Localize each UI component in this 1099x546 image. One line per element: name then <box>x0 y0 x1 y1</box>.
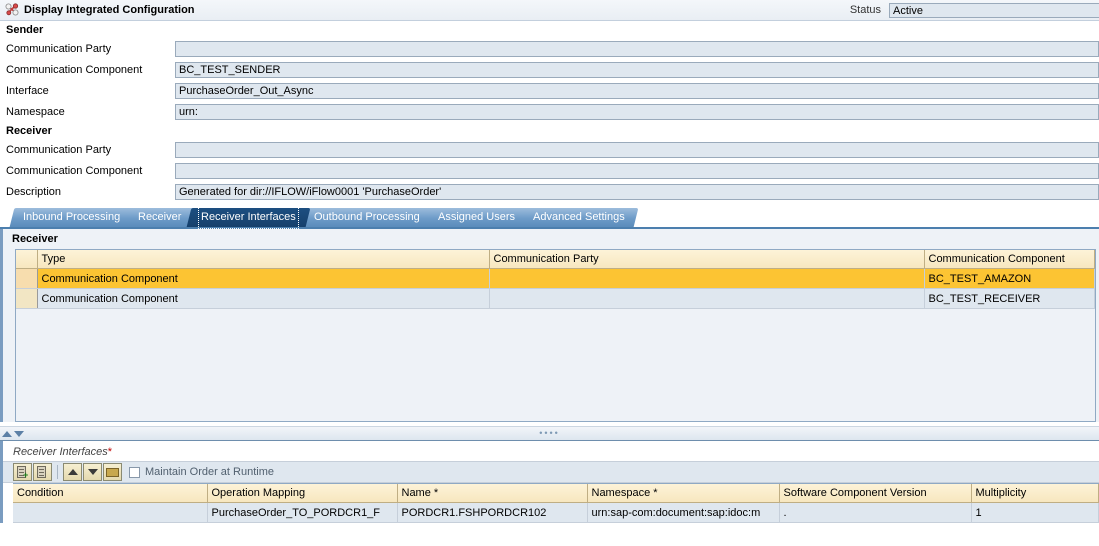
field-row-sender-namespace: Namespace urn: <box>0 101 1099 122</box>
receiver-interfaces-title-text: Receiver Interfaces <box>13 446 108 458</box>
cell-communication-party[interactable] <box>489 268 925 289</box>
row-selector[interactable] <box>16 288 38 309</box>
receiver-interfaces-section: Receiver Interfaces* + Maintain Order at… <box>0 441 1099 523</box>
receiver-group-title: Receiver <box>6 125 52 137</box>
receiver-section: Receiver Communication Party Communicati… <box>0 122 1099 202</box>
tab-outbound-processing[interactable]: Outbound Processing <box>301 208 434 227</box>
cell-communication-component[interactable]: BC_TEST_RECEIVER <box>924 288 1095 309</box>
cell-condition[interactable] <box>13 502 208 523</box>
tab-strip: Inbound Processing Receiver Receiver Int… <box>0 206 1099 229</box>
required-marker: * <box>107 446 113 458</box>
column-header-communication-component[interactable]: Communication Component <box>924 250 1095 269</box>
tab-label: Receiver <box>138 211 182 223</box>
receiver-table-empty-area <box>16 309 1095 421</box>
field-label: Namespace <box>6 105 65 118</box>
cell-name[interactable]: PORDCR1.FSHPORDCR102 <box>397 502 588 523</box>
move-up-icon[interactable] <box>63 463 82 481</box>
tab-label: Outbound Processing <box>314 211 421 223</box>
field-label: Communication Component <box>6 63 143 76</box>
select-all-cell[interactable] <box>16 250 38 269</box>
delete-row-icon[interactable] <box>33 463 52 481</box>
triangle-up-icon[interactable] <box>2 430 12 437</box>
field-label: Communication Component <box>6 164 143 177</box>
tab-advanced-settings[interactable]: Advanced Settings <box>519 208 639 227</box>
molecule-icon <box>4 2 20 18</box>
splitter-grip[interactable]: •••• <box>539 429 560 438</box>
column-header-software-component-version[interactable]: Software Component Version <box>779 484 972 503</box>
window-title-bar: Display Integrated Configuration Status … <box>0 0 1099 21</box>
receiver-interfaces-title: Receiver Interfaces* <box>3 441 1099 461</box>
field-row-receiver-description: Description Generated for dir://IFLOW/iF… <box>0 181 1099 202</box>
column-header-communication-party[interactable]: Communication Party <box>489 250 925 269</box>
field-label: Description <box>6 185 62 198</box>
tab-assigned-users[interactable]: Assigned Users <box>424 208 529 227</box>
table-header-row: Type Communication Party Communication C… <box>16 250 1095 269</box>
receiver-communication-party-input[interactable] <box>175 141 1099 158</box>
table-row[interactable]: PurchaseOrder_TO_PORDCR1_F PORDCR1.FSHPO… <box>13 502 1099 523</box>
column-header-operation-mapping[interactable]: Operation Mapping <box>207 484 398 503</box>
status-value-field[interactable]: Active <box>889 2 1099 18</box>
receiver-interfaces-grid: Condition Operation Mapping Name * Names… <box>13 484 1099 523</box>
maintain-order-checkbox[interactable] <box>129 466 140 478</box>
panel-splitter[interactable]: •••• <box>0 426 1099 441</box>
column-header-condition[interactable]: Condition <box>13 484 208 503</box>
field-row-sender-interface: Interface PurchaseOrder_Out_Async <box>0 80 1099 101</box>
column-header-name[interactable]: Name * <box>397 484 588 503</box>
page-title: Display Integrated Configuration <box>24 4 195 16</box>
cell-type[interactable]: Communication Component <box>37 288 490 309</box>
tab-inbound-processing[interactable]: Inbound Processing <box>9 208 134 227</box>
row-selector[interactable] <box>16 268 38 289</box>
table-row[interactable]: Communication Component BC_TEST_AMAZON <box>16 268 1095 289</box>
tab-label: Advanced Settings <box>533 211 625 223</box>
receiver-communication-component-input[interactable] <box>175 162 1099 179</box>
move-down-icon[interactable] <box>83 463 102 481</box>
cell-operation-mapping[interactable]: PurchaseOrder_TO_PORDCR1_F <box>207 502 398 523</box>
splitter-collapse-controls <box>2 430 24 437</box>
cell-communication-component[interactable]: BC_TEST_AMAZON <box>924 268 1095 289</box>
sender-communication-party-input[interactable] <box>175 40 1099 57</box>
receiver-table: Type Communication Party Communication C… <box>15 249 1096 422</box>
receiver-interfaces-toolbar: + Maintain Order at Runtime <box>3 461 1099 483</box>
open-folder-icon[interactable] <box>103 463 122 481</box>
table-header-row: Condition Operation Mapping Name * Names… <box>13 484 1099 503</box>
receiver-grid: Type Communication Party Communication C… <box>16 250 1095 309</box>
receiver-interfaces-table: Condition Operation Mapping Name * Names… <box>13 483 1099 523</box>
field-row-sender-component: Communication Component BC_TEST_SENDER <box>0 59 1099 80</box>
table-row[interactable]: Communication Component BC_TEST_RECEIVER <box>16 288 1095 309</box>
insert-row-icon[interactable]: + <box>13 463 32 481</box>
field-label: Communication Party <box>6 42 112 55</box>
column-header-multiplicity[interactable]: Multiplicity <box>971 484 1099 503</box>
tab-label: Receiver Interfaces <box>197 206 299 229</box>
cell-multiplicity[interactable]: 1 <box>971 502 1099 523</box>
sender-interface-input[interactable]: PurchaseOrder_Out_Async <box>175 82 1099 99</box>
tab-label: Inbound Processing <box>23 211 121 223</box>
toolbar-separator <box>57 465 58 479</box>
receiver-description-input[interactable]: Generated for dir://IFLOW/iFlow0001 'Pur… <box>175 183 1099 200</box>
sender-namespace-input[interactable]: urn: <box>175 103 1099 120</box>
field-row-receiver-component: Communication Component <box>0 160 1099 181</box>
field-row-receiver-party: Communication Party <box>0 139 1099 160</box>
field-label: Interface <box>6 84 49 97</box>
sender-group-title: Sender <box>6 24 44 36</box>
receiver-table-title: Receiver <box>12 233 58 245</box>
status-label: Status <box>849 4 881 16</box>
tab-label: Assigned Users <box>438 211 516 223</box>
column-header-type[interactable]: Type <box>37 250 490 269</box>
sender-section: Sender Communication Party Communication… <box>0 21 1099 122</box>
cell-software-component-version[interactable]: . <box>779 502 972 523</box>
triangle-down-icon[interactable] <box>14 430 24 437</box>
field-row-sender-party: Communication Party <box>0 38 1099 59</box>
cell-type[interactable]: Communication Component <box>37 268 490 289</box>
maintain-order-label: Maintain Order at Runtime <box>145 466 274 478</box>
tab-receiver-interfaces[interactable]: Receiver Interfaces <box>186 206 310 229</box>
sender-communication-component-input[interactable]: BC_TEST_SENDER <box>175 61 1099 78</box>
column-header-namespace[interactable]: Namespace * <box>587 484 780 503</box>
receiver-interfaces-panel: Receiver Type Communication Party Commun… <box>0 229 1099 422</box>
field-label: Communication Party <box>6 143 112 156</box>
tab-receiver[interactable]: Receiver <box>124 208 196 227</box>
cell-communication-party[interactable] <box>489 288 925 309</box>
cell-namespace[interactable]: urn:sap-com:document:sap:idoc:m <box>587 502 780 523</box>
